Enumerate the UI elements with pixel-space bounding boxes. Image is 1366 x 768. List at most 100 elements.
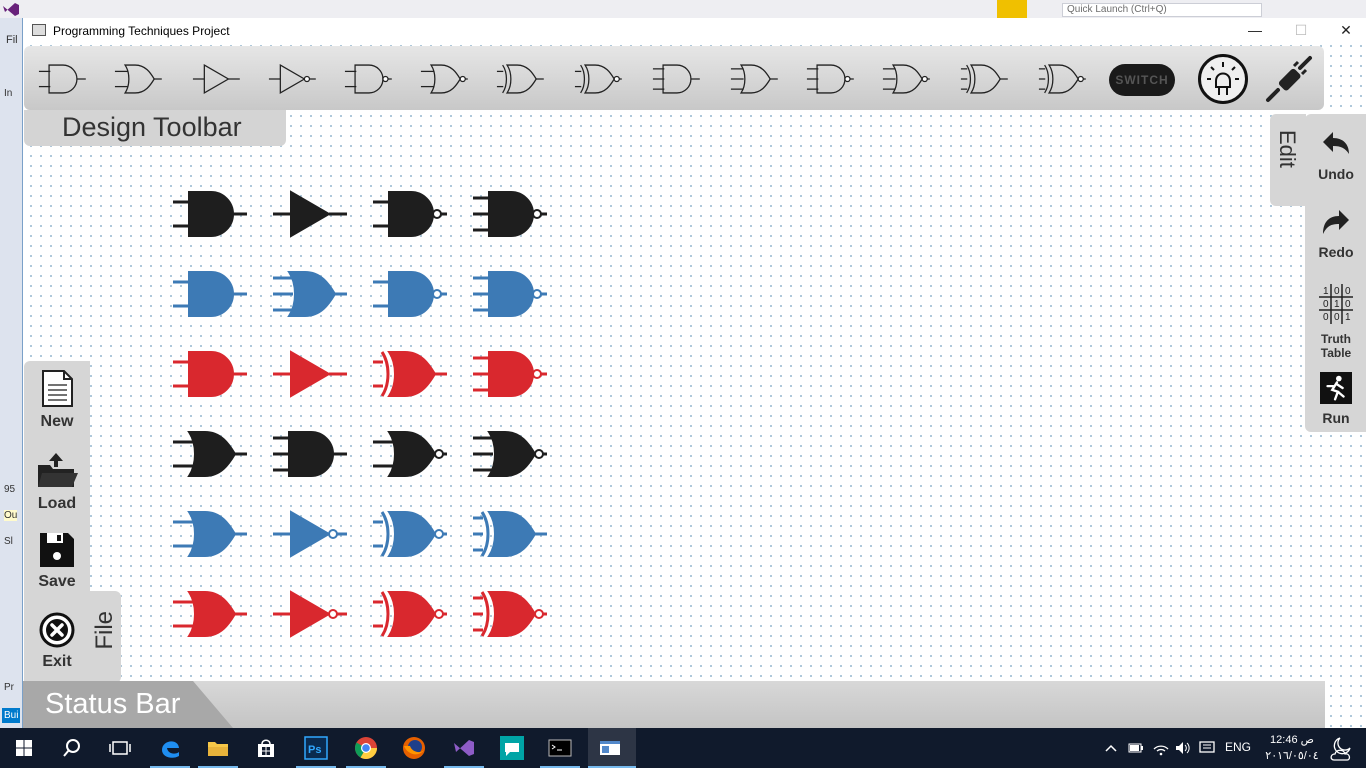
run-icon: [1320, 372, 1352, 404]
canvas-gate-nand3[interactable]: [471, 344, 551, 404]
and-gate-2-icon: [38, 64, 86, 94]
chrome-icon[interactable]: [352, 734, 380, 762]
tool-nor3-button[interactable]: [874, 60, 940, 98]
canvas-gate-and[interactable]: [171, 184, 251, 244]
vs-fragment-4: Sl: [4, 536, 13, 547]
redo-button[interactable]: Redo: [1305, 200, 1366, 274]
canvas-gate-xor[interactable]: [371, 344, 451, 404]
command-prompt-icon[interactable]: [546, 734, 574, 762]
start-icon[interactable]: [10, 734, 38, 762]
canvas-gate-nor[interactable]: [371, 424, 451, 484]
canvas-gate-xnor[interactable]: [371, 504, 451, 564]
file-tab-label: File: [91, 611, 118, 650]
battery-icon[interactable]: [1128, 740, 1144, 756]
and-gate-3-icon: [652, 64, 700, 94]
canvas-gate-or[interactable]: [171, 424, 251, 484]
edit-tab-label: Edit: [1275, 130, 1300, 168]
exit-icon: [39, 612, 75, 648]
canvas-gate-and3[interactable]: [271, 424, 351, 484]
canvas-gate-xnor[interactable]: [371, 584, 451, 644]
design-toolbar-tab: Design Toolbar: [24, 110, 286, 146]
visual-studio-icon[interactable]: [450, 734, 478, 762]
volume-icon[interactable]: [1174, 740, 1192, 756]
nor-gate-2-icon: [420, 64, 468, 94]
chevron-up-icon[interactable]: [1104, 742, 1118, 754]
canvas-gate-nand[interactable]: [371, 264, 451, 324]
save-button[interactable]: Save: [24, 523, 90, 601]
photoshop-icon[interactable]: Ps: [302, 734, 330, 762]
canvas-gate-or[interactable]: [171, 584, 251, 644]
minimize-button[interactable]: —: [1232, 18, 1278, 44]
design-toolbar: SWITCH: [24, 46, 1324, 110]
canvas-gate-nand3[interactable]: [471, 264, 551, 324]
new-button[interactable]: New: [24, 361, 90, 439]
canvas-gate-nand3[interactable]: [471, 184, 551, 244]
exit-button[interactable]: Exit: [24, 603, 90, 681]
quick-launch-input[interactable]: Quick Launch (Ctrl+Q): [1062, 3, 1262, 17]
window-title: Programming Techniques Project: [53, 24, 230, 38]
save-label: Save: [38, 573, 76, 590]
search-icon[interactable]: [58, 734, 86, 762]
canvas-gate-and[interactable]: [171, 264, 251, 324]
load-folder-icon: [38, 453, 78, 487]
maximize-button[interactable]: ☐: [1278, 18, 1324, 44]
led-tool-button[interactable]: [1198, 54, 1248, 104]
clock-date: ٢٠١٦/٠٥/٠٤: [1265, 750, 1319, 762]
tool-or2-button[interactable]: [106, 60, 172, 98]
canvas-gate-xor3[interactable]: [471, 504, 551, 564]
tool-buffer-button[interactable]: [184, 60, 250, 98]
tool-nand3-button[interactable]: [798, 60, 864, 98]
canvas-gate-buffer[interactable]: [271, 344, 351, 404]
switch-tool-button[interactable]: SWITCH: [1109, 64, 1175, 96]
canvas-gate-and[interactable]: [171, 344, 251, 404]
tool-xor3-button[interactable]: [952, 60, 1018, 98]
svg-text:0: 0: [1334, 286, 1340, 297]
file-panel: New Load Save Exit: [24, 361, 90, 683]
edit-tab[interactable]: Edit: [1270, 114, 1306, 206]
canvas-gate-not[interactable]: [271, 504, 351, 564]
run-button[interactable]: Run: [1305, 366, 1366, 432]
file-explorer-icon[interactable]: [204, 734, 232, 762]
wire-connect-tool-button[interactable]: [1264, 54, 1314, 104]
design-toolbar-label: Design Toolbar: [62, 112, 242, 142]
notification-flag-icon[interactable]: [997, 0, 1027, 18]
save-floppy-icon: [40, 533, 74, 567]
canvas-gate-buffer[interactable]: [271, 184, 351, 244]
truth-table-button[interactable]: 100010001 Truth Table: [1305, 278, 1366, 362]
wifi-icon[interactable]: [1152, 740, 1170, 756]
store-icon[interactable]: [252, 734, 280, 762]
tool-xnor3-button[interactable]: [1030, 60, 1096, 98]
load-button[interactable]: Load: [24, 443, 90, 521]
weather-moon-cloud-icon[interactable]: [1326, 734, 1362, 764]
canvas-gate-nand[interactable]: [371, 184, 451, 244]
tool-nand2-button[interactable]: [336, 60, 402, 98]
canvas-gate-or[interactable]: [171, 504, 251, 564]
tool-xnor2-button[interactable]: [566, 60, 632, 98]
action-center-icon[interactable]: [1198, 740, 1216, 756]
svg-text:0: 0: [1323, 299, 1329, 310]
firefox-icon[interactable]: [400, 734, 428, 762]
vs-fragment-5: Pr: [4, 682, 14, 693]
undo-button[interactable]: Undo: [1305, 122, 1366, 196]
tool-xor2-button[interactable]: [488, 60, 554, 98]
svg-text:0: 0: [1323, 312, 1329, 323]
close-button[interactable]: ✕: [1323, 18, 1366, 44]
file-tab[interactable]: File: [89, 591, 121, 683]
clock[interactable]: 12:46 ص ٢٠١٦/٠٥/٠٤: [1262, 732, 1322, 764]
canvas-gate-nor3[interactable]: [471, 424, 551, 484]
canvas-gate-or3[interactable]: [271, 264, 351, 324]
tool-or3-button[interactable]: [722, 60, 788, 98]
chat-app-icon[interactable]: [498, 734, 526, 762]
vs-fragment-3: Ou: [4, 510, 18, 521]
tool-not-button[interactable]: [260, 60, 326, 98]
canvas-gate-xnor3[interactable]: [471, 584, 551, 644]
new-label: New: [40, 413, 74, 430]
tool-and3-button[interactable]: [644, 60, 710, 98]
status-bar-label: Status Bar: [45, 688, 181, 720]
tool-nor2-button[interactable]: [412, 60, 478, 98]
edge-icon[interactable]: [156, 734, 184, 762]
task-view-icon[interactable]: [106, 734, 134, 762]
tool-and2-button[interactable]: [30, 60, 96, 98]
canvas-gate-not[interactable]: [271, 584, 351, 644]
language-indicator[interactable]: ENG: [1225, 740, 1251, 754]
